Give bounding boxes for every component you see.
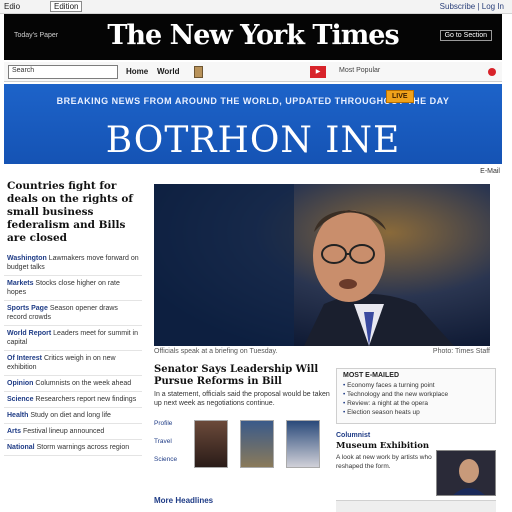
section-button[interactable]: Go to Section [439, 30, 492, 41]
headline-list: Washington Lawmakers move forward on bud… [4, 251, 142, 456]
list-item[interactable]: Economy faces a turning point [343, 381, 489, 390]
list-item[interactable]: Election season heats up [343, 408, 489, 417]
footer-bar [336, 500, 496, 512]
thumbnail-science[interactable] [286, 420, 320, 468]
list-item[interactable]: Health Study on diet and long life [4, 408, 142, 424]
utility-left[interactable]: Edio [4, 2, 20, 11]
live-badge[interactable]: LIVE [386, 90, 414, 103]
list-item[interactable]: Review: a night at the opera [343, 399, 489, 408]
site-logo[interactable]: The New York Times [4, 20, 502, 51]
nav-link-home[interactable]: Home [126, 67, 148, 76]
search-input[interactable]: Search [8, 65, 118, 79]
story-summary: In a statement, officials said the propo… [154, 391, 330, 407]
list-item-kicker: World Report [7, 330, 52, 337]
email-link[interactable]: E-Mail [480, 168, 500, 175]
edition-tab[interactable]: Edition [50, 1, 83, 12]
thumbnail-profile[interactable] [194, 420, 228, 468]
banner-title: BOTRHON INE [105, 120, 401, 161]
bookmark-icon[interactable] [194, 66, 203, 78]
list-item[interactable]: Opinion Columnists on the week ahead [4, 376, 142, 392]
alert-dot-icon[interactable] [488, 68, 496, 76]
list-item-text: Researchers report new findings [35, 396, 137, 403]
photo-caption: Officials speak at a briefing on Tuesday… [154, 348, 490, 355]
list-item[interactable]: World Report Leaders meet for summit in … [4, 326, 142, 351]
list-item[interactable]: Science Researchers report new findings [4, 392, 142, 408]
top-utility-bar: Edio Edition Subscribe | Log In [0, 0, 512, 14]
list-item-kicker: National [7, 444, 35, 451]
navigation-bar: Search Home World ▶ Most Popular [4, 62, 502, 82]
side-story-headline[interactable]: Museum Exhibition [336, 441, 434, 451]
list-item-kicker: Opinion [7, 380, 34, 387]
thumbnail-label[interactable]: Science [154, 456, 198, 464]
promo-banner[interactable]: BREAKING NEWS FROM AROUND THE WORLD, UPD… [4, 84, 502, 164]
most-emailed-title: MOST E-MAILED [343, 372, 399, 379]
list-item-text: Storm warnings across region [36, 444, 130, 451]
list-item-text: Study on diet and long life [30, 412, 111, 419]
list-item-kicker: Health [7, 412, 29, 419]
side-story[interactable]: Columnist Museum Exhibition A look at ne… [336, 432, 434, 471]
list-item[interactable]: Technology and the new workplace [343, 390, 489, 399]
story-headline[interactable]: Senator Says Leadership Will Pursue Refo… [154, 364, 330, 388]
list-item-kicker: Arts [7, 428, 22, 435]
photo-credit: Photo: Times Staff [432, 348, 490, 355]
portrait-thumbnail [437, 451, 495, 495]
list-item-kicker: Sports Page [7, 305, 48, 312]
side-story-image[interactable] [436, 450, 496, 496]
list-item-kicker: Science [7, 396, 34, 403]
lead-photo[interactable] [154, 184, 490, 346]
side-story-summary: A look at new work by artists who reshap… [336, 454, 432, 470]
list-item[interactable]: Washington Lawmakers move forward on bud… [4, 251, 142, 276]
list-item-text: Columnists on the week ahead [35, 380, 132, 387]
list-item[interactable]: Markets Stocks close higher on rate hope… [4, 276, 142, 301]
left-column: Countries fight for deals on the rights … [4, 176, 142, 512]
list-item[interactable]: National Storm warnings across region [4, 440, 142, 456]
banner-subtitle: BREAKING NEWS FROM AROUND THE WORLD, UPD… [56, 96, 450, 106]
most-emailed-box: MOST E-MAILED Economy faces a turning po… [336, 368, 496, 424]
lead-headline[interactable]: Countries fight for deals on the rights … [4, 180, 142, 245]
caption-text: Officials speak at a briefing on Tuesday… [154, 348, 278, 355]
masthead: Today's Paper The New York Times Go to S… [4, 14, 502, 60]
account-links[interactable]: Subscribe | Log In [440, 2, 504, 11]
thumbnail-travel[interactable] [240, 420, 274, 468]
list-item-kicker: Markets [7, 280, 34, 287]
list-item-kicker: Of Interest [7, 355, 43, 362]
list-item-kicker: Washington [7, 255, 47, 262]
most-emailed-list: Economy faces a turning point Technology… [343, 381, 489, 417]
nav-link-popular[interactable]: Most Popular [339, 67, 380, 74]
list-item[interactable]: Arts Festival lineup announced [4, 424, 142, 440]
main-story[interactable]: Senator Says Leadership Will Pursue Refo… [154, 364, 330, 408]
list-item-text: Festival lineup announced [22, 428, 105, 435]
nav-link-world[interactable]: World [157, 67, 180, 76]
thumbnail-label[interactable]: Travel [154, 438, 198, 446]
list-item[interactable]: Of Interest Critics weigh in on new exhi… [4, 351, 142, 376]
thumbnail-label[interactable]: Profile [154, 420, 198, 428]
video-button[interactable]: ▶ [310, 66, 326, 78]
list-item[interactable]: Sports Page Season opener draws record c… [4, 301, 142, 326]
more-headlines-link[interactable]: More Headlines [154, 496, 213, 505]
portrait-image [154, 184, 490, 346]
side-story-kicker[interactable]: Columnist [336, 432, 434, 439]
